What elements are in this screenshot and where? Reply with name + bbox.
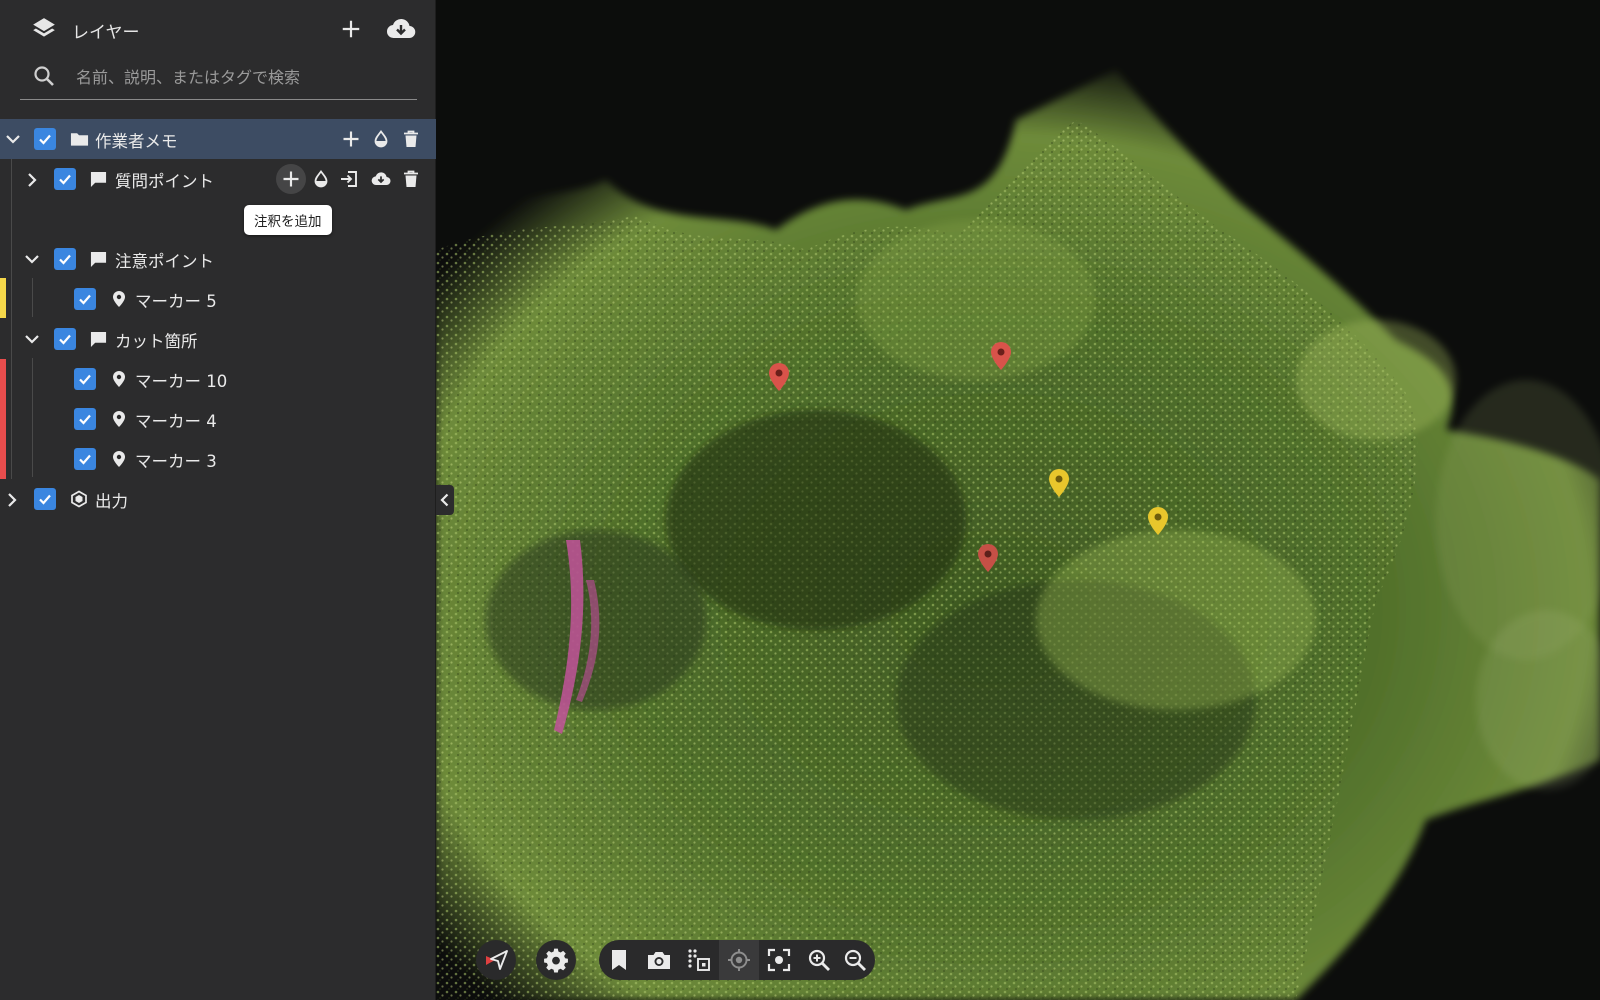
zoom-in-icon (808, 949, 830, 971)
import-button[interactable] (337, 167, 361, 191)
map-pin-icon (113, 411, 125, 427)
target-icon (728, 949, 750, 971)
tree-row-marker-4[interactable]: マーカー 4 (0, 399, 436, 439)
map-pin-icon[interactable] (1147, 506, 1169, 536)
add-button[interactable] (339, 127, 363, 151)
opacity-button[interactable] (309, 167, 333, 191)
tree-label: 注意ポイント (115, 252, 214, 271)
zoom-in-button[interactable] (799, 940, 839, 980)
map-pin-icon (113, 451, 125, 467)
point-cloud-viewer[interactable] (436, 0, 1600, 1000)
search-icon (34, 66, 54, 86)
chevron-left-icon (440, 493, 449, 507)
cloud-download-icon (371, 172, 391, 186)
measure-button[interactable] (679, 940, 719, 980)
tree-label: マーカー 5 (135, 292, 217, 311)
tree-row-marker-3[interactable]: マーカー 3 (0, 439, 436, 479)
comment-icon (90, 251, 107, 268)
tree-label: カット箇所 (115, 332, 198, 351)
tree-label: 作業者メモ (95, 132, 178, 151)
map-pin-icon[interactable] (1048, 468, 1070, 498)
tree-row-marker-5[interactable]: マーカー 5 (0, 279, 436, 319)
cloud-download-icon[interactable] (386, 16, 416, 42)
plus-icon (283, 171, 299, 187)
checkbox[interactable] (54, 168, 76, 190)
bookmark-icon (612, 950, 626, 970)
map-pin-icon[interactable] (977, 543, 999, 573)
map-pin-icon[interactable] (990, 341, 1012, 371)
navigate-icon (486, 950, 508, 970)
tooltip: 注釈を追加 (244, 205, 332, 235)
zoom-out-icon (844, 949, 866, 971)
checkbox[interactable] (74, 288, 96, 310)
opacity-icon (374, 130, 388, 148)
checkbox[interactable] (74, 408, 96, 430)
checkbox[interactable] (74, 448, 96, 470)
search-box (20, 56, 417, 100)
focus-icon (767, 948, 791, 972)
cube-icon (71, 490, 87, 508)
tree-row-question-points[interactable]: 質問ポイント (0, 159, 436, 199)
tree-label: マーカー 10 (135, 372, 228, 391)
chevron-right-icon[interactable] (24, 171, 40, 189)
tree-label: マーカー 3 (135, 452, 217, 471)
search-input[interactable] (74, 62, 408, 92)
chevron-down-icon[interactable] (4, 131, 22, 147)
panel-header: レイヤー (0, 0, 436, 60)
layers-panel: レイヤー 作業者メモ (0, 0, 436, 1000)
delete-button[interactable] (399, 167, 423, 191)
navigate-button[interactable] (476, 940, 516, 980)
chevron-right-icon[interactable] (4, 491, 20, 509)
tree-label: 出力 (95, 492, 128, 511)
tree-row-caution-points[interactable]: 注意ポイント (0, 239, 436, 279)
zoom-out-button[interactable] (835, 940, 875, 980)
view-toolbar (599, 940, 875, 980)
delete-icon (404, 130, 418, 147)
folder-icon (70, 133, 89, 146)
cloud-download-button[interactable] (369, 167, 393, 191)
comment-icon (90, 331, 107, 348)
settings-button[interactable] (536, 940, 576, 980)
checkbox[interactable] (34, 488, 56, 510)
panel-title: レイヤー (72, 23, 140, 43)
tree-row-output[interactable]: 出力 (0, 479, 436, 519)
focus-button[interactable] (759, 940, 799, 980)
chevron-down-icon[interactable] (23, 331, 41, 347)
collapse-panel-button[interactable] (436, 485, 454, 515)
delete-button[interactable] (399, 127, 423, 151)
plus-icon (343, 131, 359, 147)
delete-icon (404, 170, 418, 187)
screenshot-button[interactable] (639, 940, 679, 980)
tree-label: マーカー 4 (135, 412, 217, 431)
map-pin-icon[interactable] (768, 362, 790, 392)
add-layer-plus-icon[interactable] (340, 18, 362, 40)
target-button[interactable] (719, 940, 759, 980)
settings-icon (544, 948, 568, 973)
checkbox[interactable] (54, 248, 76, 270)
opacity-button[interactable] (369, 127, 393, 151)
import-icon (341, 171, 357, 187)
checkbox[interactable] (54, 328, 76, 350)
measure-icon (688, 949, 710, 971)
map-pin-icon (113, 291, 125, 307)
comment-icon (90, 171, 107, 188)
checkbox[interactable] (74, 368, 96, 390)
tree-label: 質問ポイント (115, 172, 214, 191)
bookmark-button[interactable] (599, 940, 639, 980)
map-pin-icon (113, 371, 125, 387)
tree-row-root[interactable]: 作業者メモ (0, 119, 436, 159)
chevron-down-icon[interactable] (23, 251, 41, 267)
layers-icon (33, 18, 55, 37)
camera-icon (648, 952, 670, 969)
checkbox[interactable] (34, 128, 56, 150)
opacity-icon (314, 170, 328, 188)
add-annotation-button[interactable] (276, 164, 306, 194)
point-cloud-scene[interactable] (436, 0, 1600, 1000)
tree-row-cut-points[interactable]: カット箇所 (0, 319, 436, 359)
tree-row-marker-10[interactable]: マーカー 10 (0, 359, 436, 399)
